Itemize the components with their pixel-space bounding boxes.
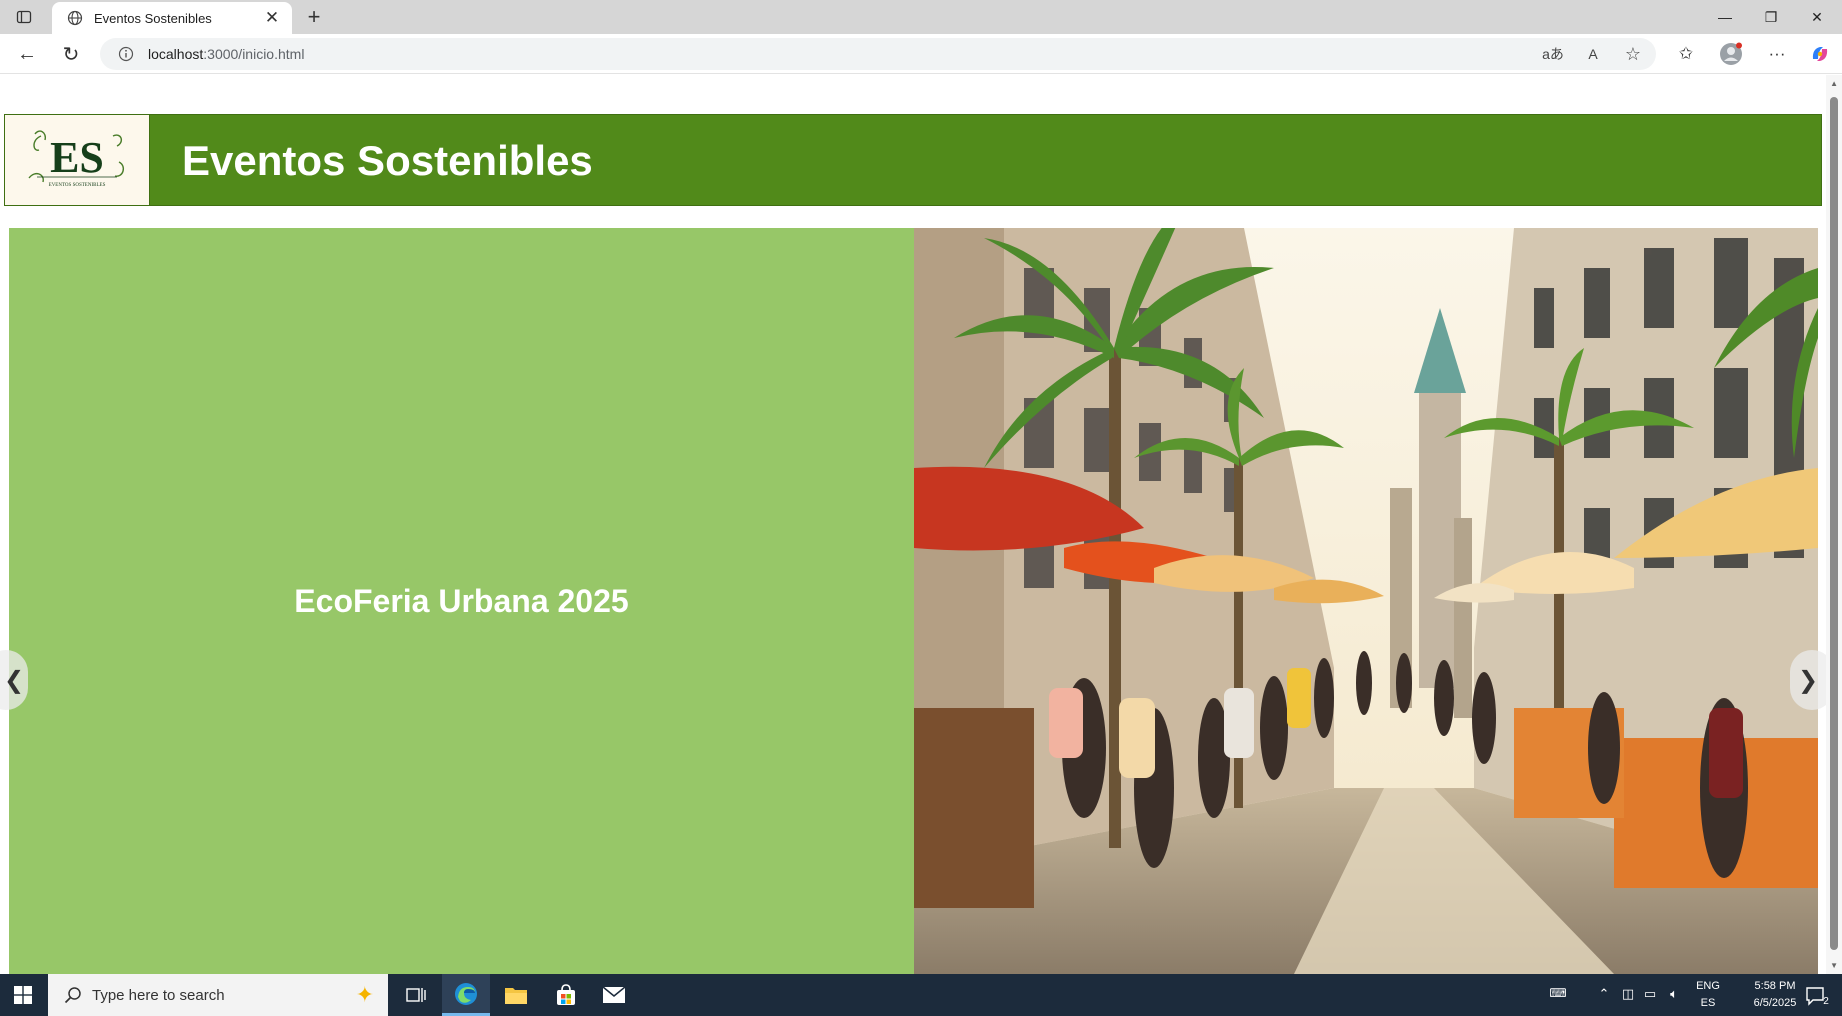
- info-icon[interactable]: [116, 44, 136, 64]
- more-options-icon[interactable]: ···: [1764, 42, 1790, 66]
- edge-icon[interactable]: [442, 974, 490, 1016]
- close-window-button[interactable]: ✕: [1794, 0, 1840, 34]
- scroll-up-arrow-icon[interactable]: ▲: [1830, 79, 1838, 88]
- browser-tab[interactable]: Eventos Sostenibles ✕: [52, 2, 292, 34]
- slide-text-panel: EcoFeria Urbana 2025: [9, 228, 914, 974]
- language-indicator[interactable]: ENG ES: [1693, 978, 1723, 1012]
- task-view-icon[interactable]: [392, 974, 440, 1016]
- keyboard-icon[interactable]: ⌨: [1548, 986, 1568, 1004]
- back-button[interactable]: ←: [11, 40, 43, 68]
- network-icon[interactable]: ▭: [1640, 986, 1660, 1004]
- tab-strip: Eventos Sostenibles ✕ + — ❐ ✕: [0, 0, 1842, 34]
- notification-count: 2: [1823, 995, 1829, 1007]
- mail-icon[interactable]: [590, 974, 638, 1016]
- logo-lettering: ES: [50, 133, 104, 182]
- new-tab-button[interactable]: +: [300, 4, 328, 30]
- restore-button[interactable]: ❐: [1748, 0, 1794, 34]
- scroll-thumb[interactable]: [1830, 97, 1838, 950]
- chevron-right-icon: ❯: [1797, 666, 1819, 694]
- reload-button[interactable]: ↻: [55, 40, 87, 68]
- tab-actions-icon[interactable]: [12, 6, 36, 28]
- close-tab-icon[interactable]: ✕: [262, 8, 282, 28]
- translate-icon[interactable]: aあ: [1542, 44, 1564, 64]
- favorites-icon[interactable]: ✩: [1673, 42, 1699, 66]
- minimize-button[interactable]: —: [1702, 0, 1748, 34]
- slide-caption: EcoFeria Urbana 2025: [294, 582, 629, 619]
- read-aloud-icon[interactable]: A: [1582, 44, 1604, 64]
- file-explorer-icon[interactable]: [492, 974, 540, 1016]
- chevron-up-icon[interactable]: ⌃: [1594, 986, 1614, 1004]
- address-bar[interactable]: localhost:3000/inicio.html aあ A ☆: [100, 38, 1656, 70]
- search-icon: [62, 984, 84, 1006]
- url-text[interactable]: localhost:3000/inicio.html: [148, 46, 304, 62]
- scroll-down-arrow-icon[interactable]: ▼: [1830, 961, 1838, 970]
- url-host: localhost: [148, 46, 204, 62]
- sparkle-icon: ✦: [355, 982, 374, 1007]
- url-path: :3000/inicio.html: [203, 46, 305, 62]
- language-line2: ES: [1700, 997, 1716, 1009]
- windows-icon[interactable]: [0, 974, 46, 1016]
- profile-icon[interactable]: [1718, 42, 1744, 66]
- taskbar-search[interactable]: Type here to search ✦: [48, 974, 388, 1016]
- page-viewport: ES EVENTOS SOSTENIBLES Eventos Sostenibl…: [0, 75, 1842, 974]
- favorite-star-icon[interactable]: ☆: [1622, 44, 1644, 64]
- tab-title: Eventos Sostenibles: [94, 10, 212, 26]
- device-icon[interactable]: ◫: [1618, 986, 1638, 1004]
- notification-icon[interactable]: 2: [1800, 984, 1834, 1008]
- language-line1: ENG: [1696, 980, 1720, 992]
- site-title: Eventos Sostenibles: [182, 137, 593, 184]
- taskbar: Type here to search ✦ ⌨ ⌃ ◫ ▭ 🔈︎ ENG ES …: [0, 974, 1842, 1016]
- event-carousel: EcoFeria Urbana 2025: [9, 228, 1818, 974]
- page-scrollbar[interactable]: ▲ ▼: [1826, 75, 1842, 974]
- copilot-icon[interactable]: [1807, 42, 1833, 66]
- site-header: ES EVENTOS SOSTENIBLES Eventos Sostenibl…: [4, 114, 1822, 206]
- volume-icon[interactable]: 🔈︎: [1664, 986, 1684, 1004]
- logo-subtext: EVENTOS SOSTENIBLES: [49, 183, 106, 188]
- globe-icon: [66, 9, 84, 27]
- slide-photo-street-market: [914, 228, 1818, 974]
- store-icon[interactable]: [542, 974, 590, 1016]
- address-toolbar: ← ↻ localhost:3000/inicio.html aあ A ☆ ✩ …: [0, 34, 1842, 74]
- site-logo[interactable]: ES EVENTOS SOSTENIBLES: [5, 115, 150, 205]
- search-placeholder: Type here to search: [92, 986, 225, 1004]
- chevron-left-icon: ❮: [3, 666, 25, 694]
